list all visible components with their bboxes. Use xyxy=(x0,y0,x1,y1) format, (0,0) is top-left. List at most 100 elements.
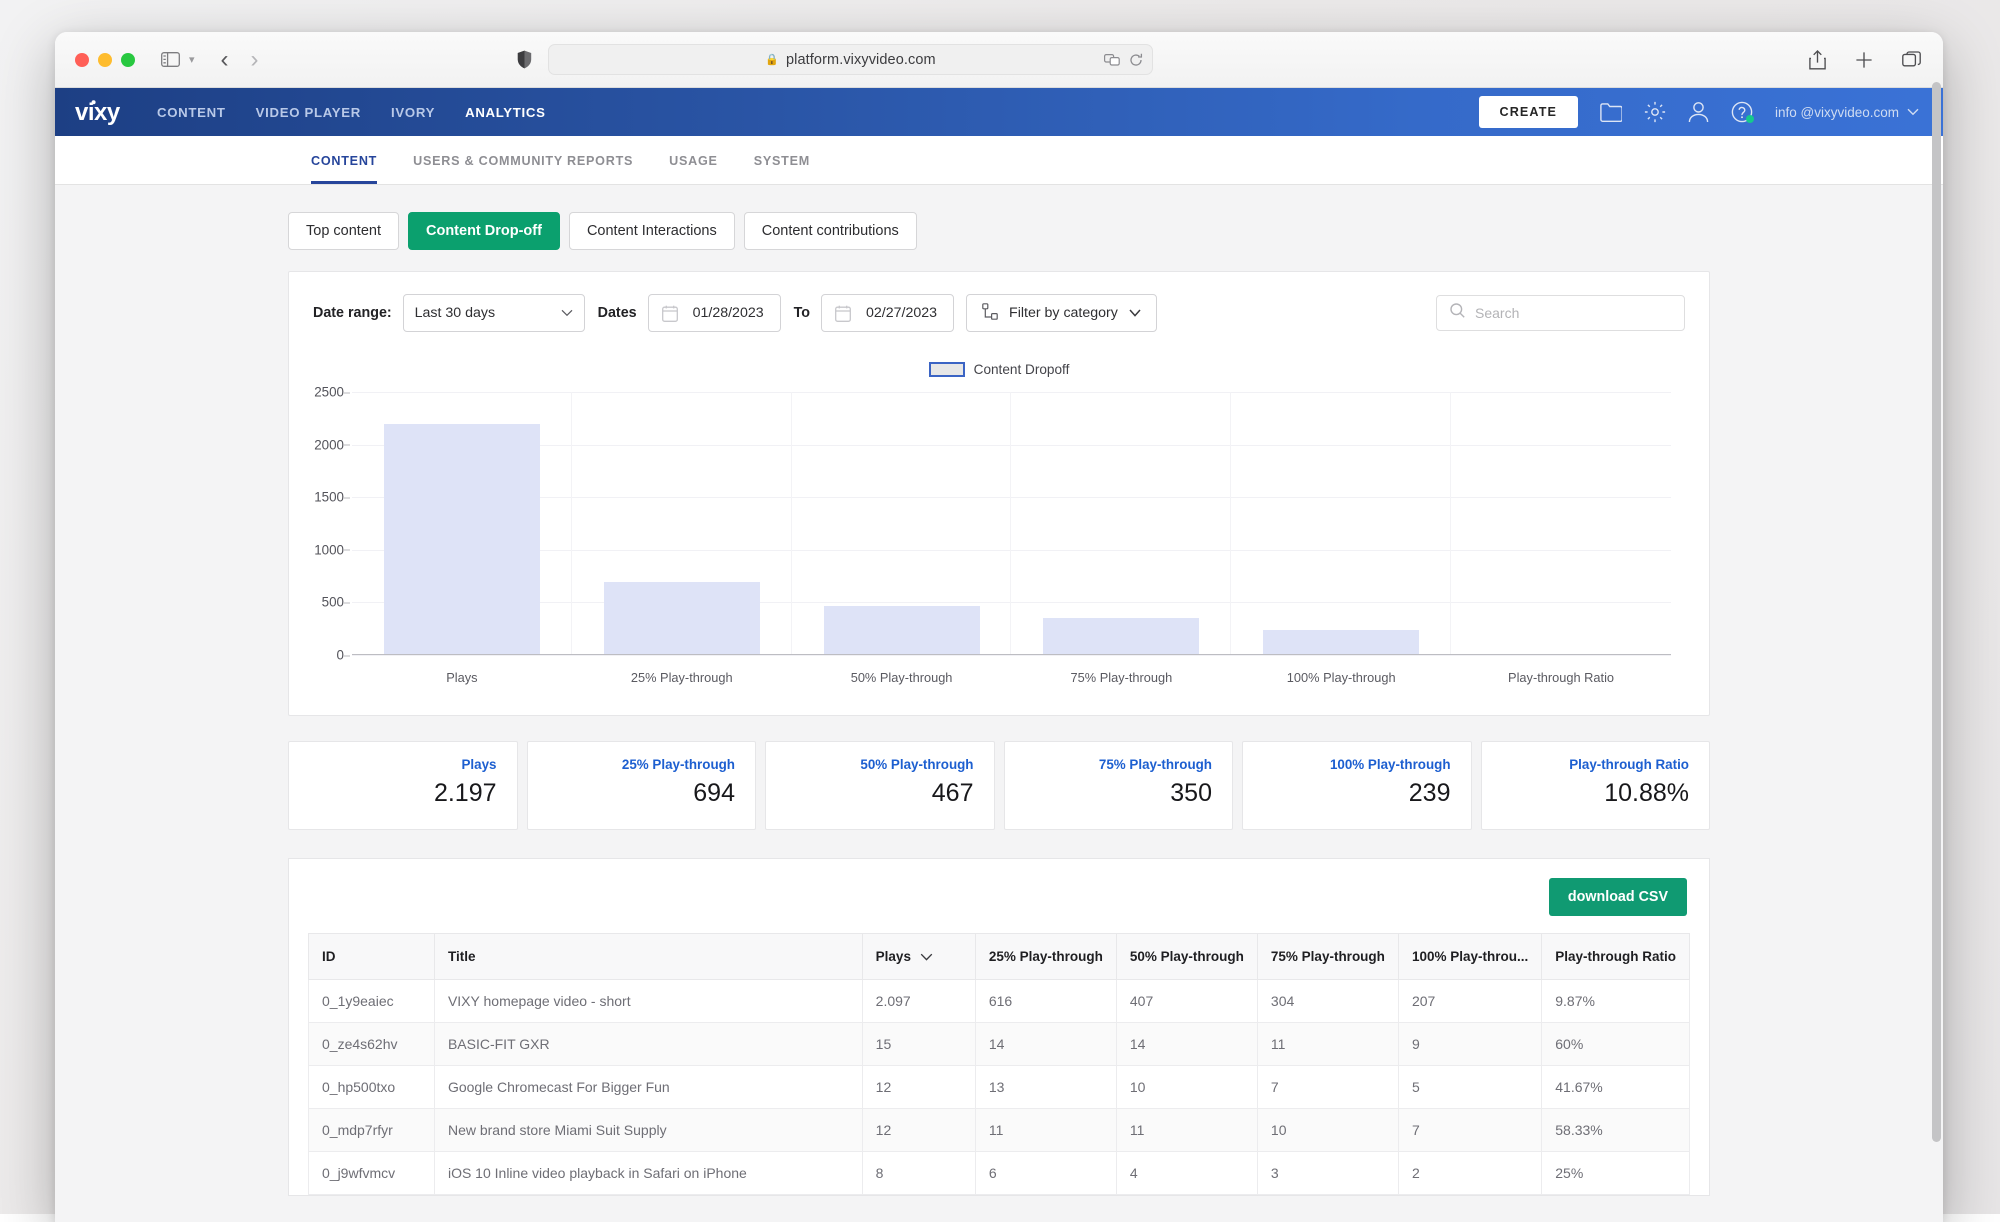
segment-top-content[interactable]: Top content xyxy=(288,212,399,250)
forward-arrow-icon[interactable]: › xyxy=(251,48,259,72)
cell-75: 10 xyxy=(1257,1109,1398,1152)
bar-column[interactable]: 50% Play-through xyxy=(792,392,1012,655)
column-header-title[interactable]: Title xyxy=(434,934,862,980)
date-range-value: Last 30 days xyxy=(415,305,495,321)
column-header-100-play-through[interactable]: 100% Play-throu... xyxy=(1398,934,1541,980)
category-filter-label: Filter by category xyxy=(1009,305,1118,321)
column-header-75-play-through[interactable]: 75% Play-through xyxy=(1257,934,1398,980)
bar-100-play-through[interactable] xyxy=(1263,630,1419,655)
reader-view-icon xyxy=(1104,53,1120,67)
window-controls[interactable] xyxy=(75,53,135,67)
content-dropoff-chart: Content Dropoff 05001000150020002500 Pla… xyxy=(297,354,1701,699)
category-filter-dropdown[interactable]: Filter by category xyxy=(966,294,1157,332)
url-bar-actions[interactable] xyxy=(1104,53,1143,67)
column-header-50-play-through[interactable]: 50% Play-through xyxy=(1116,934,1257,980)
y-tick-label: 1500 xyxy=(296,490,344,505)
column-header-25-play-through[interactable]: 25% Play-through xyxy=(975,934,1116,980)
bar-column[interactable]: Play-through Ratio xyxy=(1451,392,1671,655)
table-row[interactable]: 0_hp500txo Google Chromecast For Bigger … xyxy=(309,1066,1690,1109)
page-scrollbar[interactable] xyxy=(1932,82,1941,1220)
search-input[interactable] xyxy=(1475,305,1671,321)
minimize-window-button[interactable] xyxy=(98,53,112,67)
download-csv-button[interactable]: download CSV xyxy=(1549,878,1687,916)
segment-content-contributions[interactable]: Content contributions xyxy=(744,212,917,250)
scrollbar-thumb[interactable] xyxy=(1932,82,1941,1142)
folder-icon[interactable] xyxy=(1600,103,1622,122)
x-tick-label: 75% Play-through xyxy=(1011,670,1231,685)
cell-ratio: 60% xyxy=(1542,1023,1690,1066)
nav-item-ivory[interactable]: IVORY xyxy=(391,105,435,120)
help-icon[interactable] xyxy=(1731,101,1753,123)
table-row[interactable]: 0_mdp7rfyr New brand store Miami Suit Su… xyxy=(309,1109,1690,1152)
cell-id: 0_1y9eaiec xyxy=(309,980,435,1023)
bar-column[interactable]: 25% Play-through xyxy=(572,392,792,655)
user-icon[interactable] xyxy=(1688,101,1709,123)
cell-plays: 15 xyxy=(862,1023,975,1066)
report-type-selector: Top content Content Drop-off Content Int… xyxy=(55,185,1943,250)
bar-column[interactable]: 100% Play-through xyxy=(1231,392,1451,655)
help-status-dot xyxy=(1746,115,1754,123)
calendar-icon xyxy=(835,305,851,322)
sidebar-toggle-icon[interactable] xyxy=(161,52,180,67)
shield-icon[interactable] xyxy=(517,50,532,69)
cell-75: 3 xyxy=(1257,1152,1398,1195)
stat-card-plays: Plays 2.197 xyxy=(288,741,518,830)
nav-item-video-player[interactable]: VIDEO PLAYER xyxy=(256,105,361,120)
nav-item-analytics[interactable]: ANALYTICS xyxy=(465,105,546,120)
create-button[interactable]: CREATE xyxy=(1479,96,1578,128)
date-range-select[interactable]: Last 30 days xyxy=(403,294,585,332)
date-from-field[interactable]: 01/28/2023 xyxy=(648,294,781,332)
search-icon xyxy=(1450,303,1465,323)
table-row[interactable]: 0_1y9eaiec VIXY homepage video - short 2… xyxy=(309,980,1690,1023)
tab-content[interactable]: CONTENT xyxy=(311,154,377,184)
cell-ratio: 58.33% xyxy=(1542,1109,1690,1152)
gear-icon[interactable] xyxy=(1644,101,1666,123)
table-row[interactable]: 0_j9wfvmcv iOS 10 Inline video playback … xyxy=(309,1152,1690,1195)
chevron-down-icon xyxy=(561,309,573,317)
column-header-play-through-ratio[interactable]: Play-through Ratio xyxy=(1542,934,1690,980)
maximize-window-button[interactable] xyxy=(121,53,135,67)
cell-title: BASIC-FIT GXR xyxy=(434,1023,862,1066)
share-icon[interactable] xyxy=(1809,50,1826,70)
table-row[interactable]: 0_ze4s62hv BASIC-FIT GXR 15 14 14 11 9 6… xyxy=(309,1023,1690,1066)
sidebar-chevron-down-icon[interactable]: ▾ xyxy=(189,53,195,66)
bar-plays[interactable] xyxy=(384,424,540,655)
segment-content-interactions[interactable]: Content Interactions xyxy=(569,212,735,250)
account-menu[interactable]: info @vixyvideo.com xyxy=(1775,105,1919,120)
stat-card-50-play-through: 50% Play-through 467 xyxy=(765,741,995,830)
bar-75-play-through[interactable] xyxy=(1043,618,1199,655)
stat-label: 25% Play-through xyxy=(548,757,736,772)
bar-column[interactable]: Plays xyxy=(352,392,572,655)
table-header-row: ID Title Plays 25% Play-through 50% Play… xyxy=(309,934,1690,980)
tab-usage[interactable]: USAGE xyxy=(669,154,718,184)
column-header-id[interactable]: ID xyxy=(309,934,435,980)
primary-nav[interactable]: CONTENT VIDEO PLAYER IVORY ANALYTICS xyxy=(157,105,546,120)
close-window-button[interactable] xyxy=(75,53,89,67)
tab-users-community-reports[interactable]: USERS & COMMUNITY REPORTS xyxy=(413,154,633,184)
titlebar-actions[interactable] xyxy=(1809,50,1921,70)
category-filter-icon xyxy=(982,303,998,324)
chart-card: Date range: Last 30 days Dates 01/28/2 xyxy=(288,271,1710,716)
cell-25: 6 xyxy=(975,1152,1116,1195)
cell-75: 11 xyxy=(1257,1023,1398,1066)
nav-item-content[interactable]: CONTENT xyxy=(157,105,226,120)
legend-swatch xyxy=(929,362,965,377)
browser-navigation[interactable]: ‹ › xyxy=(221,48,259,72)
bar-column[interactable]: 75% Play-through xyxy=(1011,392,1231,655)
tab-system[interactable]: SYSTEM xyxy=(754,154,810,184)
stat-label: 100% Play-through xyxy=(1263,757,1451,772)
search-box[interactable] xyxy=(1436,295,1685,331)
y-tick-label: 2000 xyxy=(296,437,344,452)
bar-25-play-through[interactable] xyxy=(604,582,760,655)
vixy-logo[interactable]: vixy xyxy=(75,97,133,127)
date-to-field[interactable]: 02/27/2023 xyxy=(821,294,954,332)
bar-50-play-through[interactable] xyxy=(824,606,980,655)
url-bar[interactable]: 🔒 platform.vixyvideo.com xyxy=(548,44,1153,75)
segment-content-drop-off[interactable]: Content Drop-off xyxy=(408,212,560,250)
column-header-plays[interactable]: Plays xyxy=(862,934,975,980)
cell-plays: 2.097 xyxy=(862,980,975,1023)
y-tick-label: 500 xyxy=(296,595,344,610)
back-arrow-icon[interactable]: ‹ xyxy=(221,48,229,72)
tab-overview-icon[interactable] xyxy=(1902,51,1921,69)
plus-icon[interactable] xyxy=(1855,51,1873,69)
